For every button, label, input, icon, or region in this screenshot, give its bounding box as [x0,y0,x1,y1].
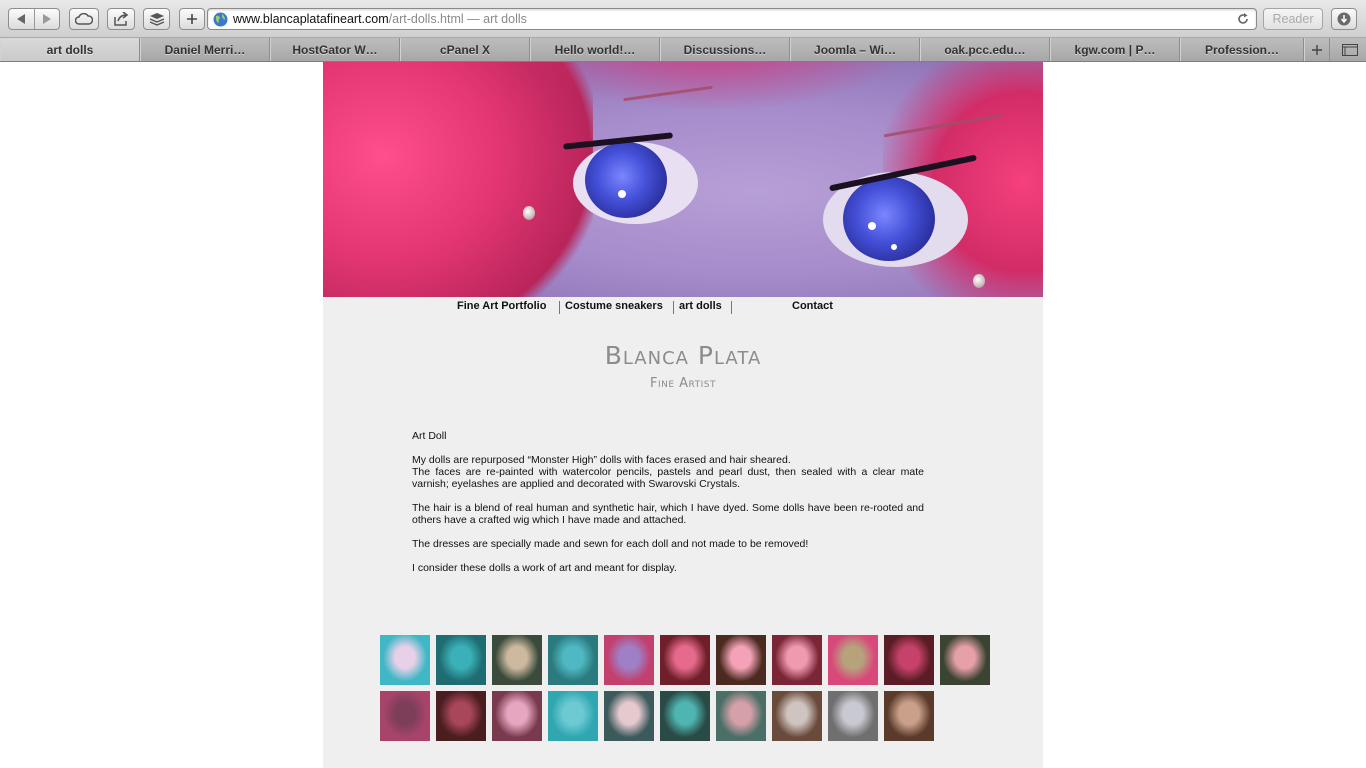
banner-glint [868,222,876,230]
all-tabs-button[interactable] [1334,38,1366,61]
gallery-thumbnail[interactable] [436,691,486,741]
gallery-thumbnail[interactable] [604,691,654,741]
add-tab-button[interactable] [1304,38,1330,61]
tab-bar: art dolls Daniel Merri… HostGator W… cPa… [0,38,1366,62]
nav-fine-art-portfolio[interactable]: Fine Art Portfolio [457,300,546,312]
share-button[interactable] [107,8,135,30]
plus-icon [1312,44,1322,55]
tab-kgw[interactable]: kgw.com | P… [1050,38,1180,61]
reader-button[interactable]: Reader [1263,8,1323,30]
gallery-thumbnail[interactable] [884,691,934,741]
tab-art-dolls[interactable]: art dolls [0,38,140,61]
nav-art-dolls[interactable]: art dolls [679,300,722,312]
share-icon [114,12,129,26]
gallery-thumbnail[interactable] [716,691,766,741]
gallery-thumbnail[interactable] [660,691,710,741]
plus-icon [187,14,197,24]
back-arrow-icon [16,14,25,24]
gallery-thumbnail[interactable] [940,635,990,685]
content-paragraph: My dolls are repurposed “Monster High” d… [412,454,924,490]
gallery-thumbnail[interactable] [380,691,430,741]
tab-daniel[interactable]: Daniel Merri… [140,38,270,61]
tab-overview-icon [1342,43,1358,56]
layers-icon [149,13,164,26]
url-path: /art-dolls.html [388,12,464,26]
tab-cpanel[interactable]: cPanel X [400,38,530,61]
banner-glint [618,190,626,198]
nav-contact[interactable]: Contact [792,300,833,312]
downloads-button[interactable] [1331,8,1357,30]
gallery-thumbnail[interactable] [380,635,430,685]
tab-hostgator[interactable]: HostGator W… [270,38,400,61]
tab-hello-world[interactable]: Hello world!… [530,38,660,61]
gallery-thumbnail[interactable] [772,691,822,741]
cloud-icon [75,13,93,25]
gallery-thumbnail[interactable] [492,691,542,741]
page-content: Art Doll My dolls are repurposed “Monste… [412,430,924,586]
banner-glint [891,244,897,250]
content-line: The faces are re-painted with watercolor… [412,466,924,490]
back-button[interactable] [9,9,34,29]
site-nav: Fine Art Portfolio Costume sneakers art … [323,300,1043,318]
address-text: www.blancaplatafineart.com/art-dolls.htm… [233,12,527,26]
gallery-thumbnail[interactable] [716,635,766,685]
gallery-thumbnail[interactable] [828,691,878,741]
content-paragraph: The dresses are specially made and sewn … [412,538,809,550]
gallery-thumbnail[interactable] [604,635,654,685]
content-paragraph: The hair is a blend of real human and sy… [412,502,924,526]
banner-iris-left [585,142,667,218]
icloud-tabs-button[interactable] [69,8,99,30]
url-host: www.blancaplatafineart.com [233,12,389,26]
content-paragraph: I consider these dolls a work of art and… [412,562,677,574]
nav-divider [559,301,560,314]
nav-divider [673,301,674,314]
bookmarks-button[interactable] [143,8,170,30]
banner-iris-right [843,177,935,261]
web-page: Fine Art Portfolio Costume sneakers art … [323,62,1043,768]
gallery-thumbnail[interactable] [436,635,486,685]
forward-button[interactable] [33,9,59,29]
gallery-thumbnail[interactable] [660,635,710,685]
gallery-thumbnail[interactable] [548,635,598,685]
forward-arrow-icon [43,14,52,24]
banner-crystal [523,206,535,220]
banner-hair-top [503,62,923,112]
tab-profession[interactable]: Profession… [1180,38,1304,61]
tab-discussions[interactable]: Discussions… [660,38,790,61]
site-subtitle: Fine Artist [649,376,717,391]
content-heading: Art Doll [412,430,447,442]
reload-icon[interactable] [1236,12,1250,26]
tab-joomla[interactable]: Joomla – Wi… [790,38,920,61]
browser-toolbar: www.blancaplatafineart.com/art-dolls.htm… [0,0,1366,38]
gallery-thumbnail[interactable] [772,635,822,685]
nav-costume-sneakers[interactable]: Costume sneakers [565,300,663,312]
nav-divider [731,301,732,314]
gallery-thumbnail[interactable] [884,635,934,685]
address-bar[interactable]: www.blancaplatafineart.com/art-dolls.htm… [207,8,1257,30]
gallery-thumbnail[interactable] [828,635,878,685]
banner-crystal [973,274,985,288]
tab-oak-pcc[interactable]: oak.pcc.edu… [920,38,1050,61]
gallery-thumbnail[interactable] [492,635,542,685]
gallery-thumbnail[interactable] [548,691,598,741]
url-page-title: — art dolls [463,12,527,26]
new-tab-button[interactable] [179,8,205,30]
download-icon [1337,12,1351,26]
site-title: Blanca Plata [604,341,762,370]
globe-icon [213,12,228,27]
back-forward-buttons [8,8,60,30]
content-line: My dolls are repurposed “Monster High” d… [412,454,791,466]
header-banner-image [323,62,1043,297]
